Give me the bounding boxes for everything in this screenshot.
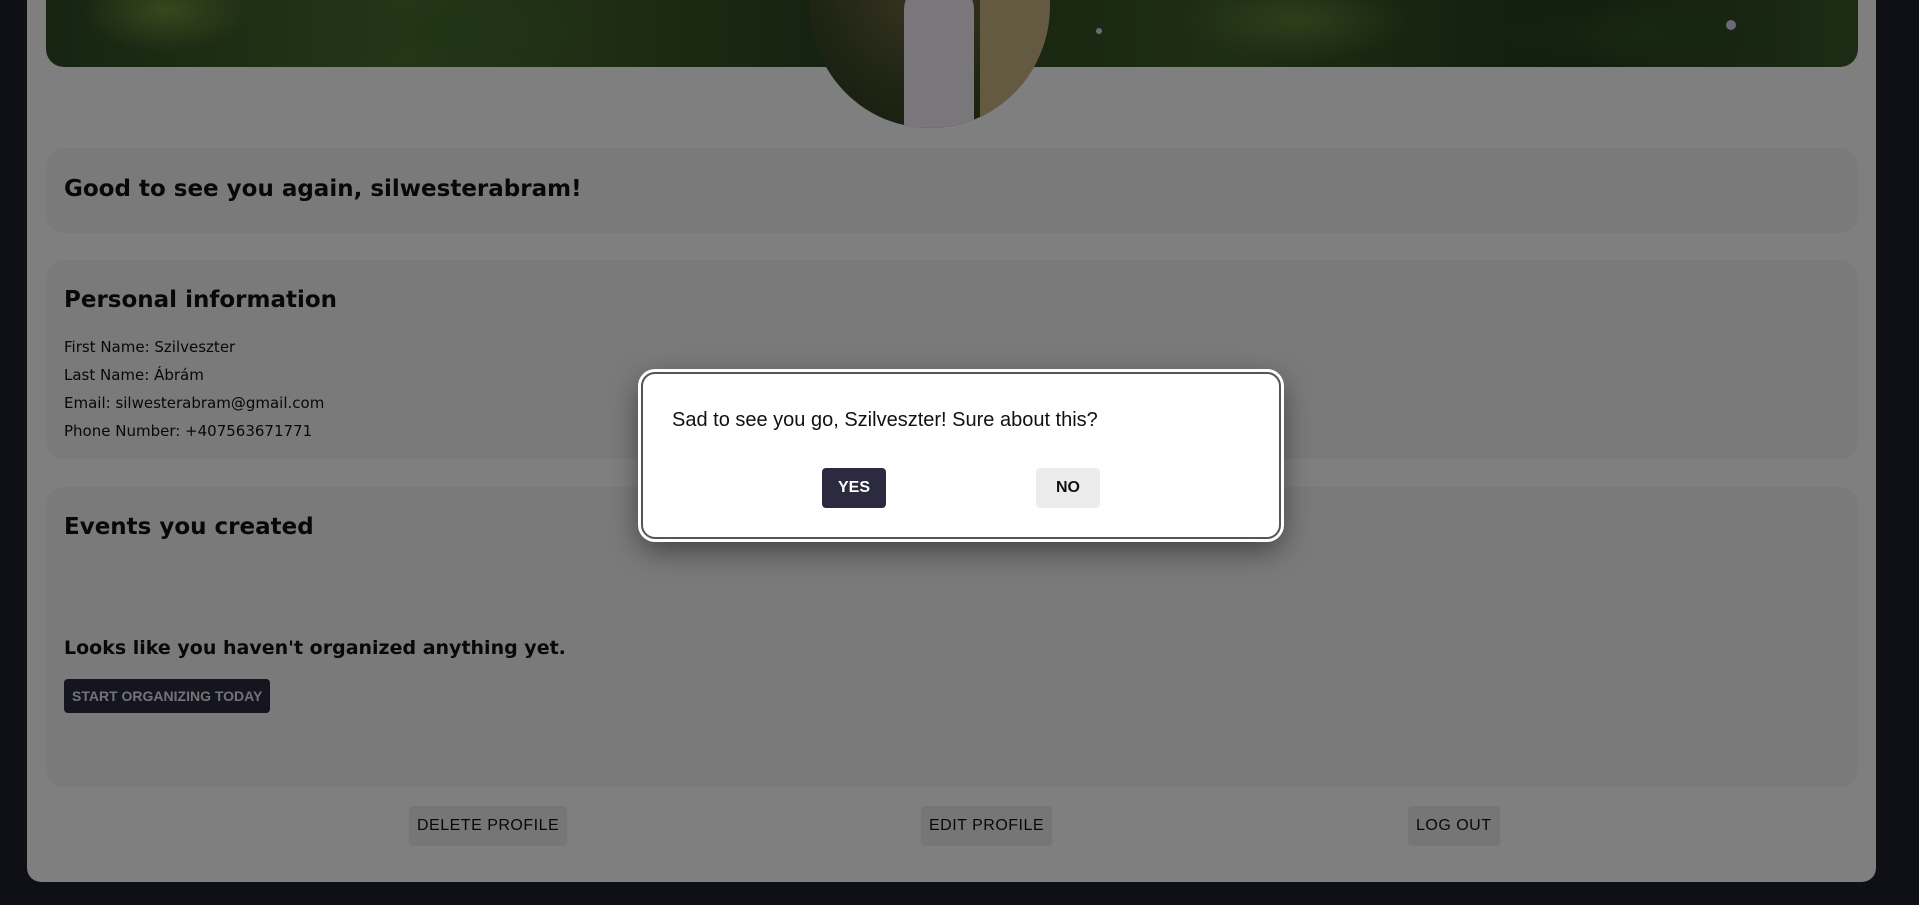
confirm-no-button[interactable]: NO <box>1036 468 1100 508</box>
confirm-yes-button[interactable]: YES <box>822 468 886 508</box>
delete-confirm-dialog: Sad to see you go, Szilveszter! Sure abo… <box>641 372 1281 539</box>
dialog-message: Sad to see you go, Szilveszter! Sure abo… <box>672 409 1098 431</box>
